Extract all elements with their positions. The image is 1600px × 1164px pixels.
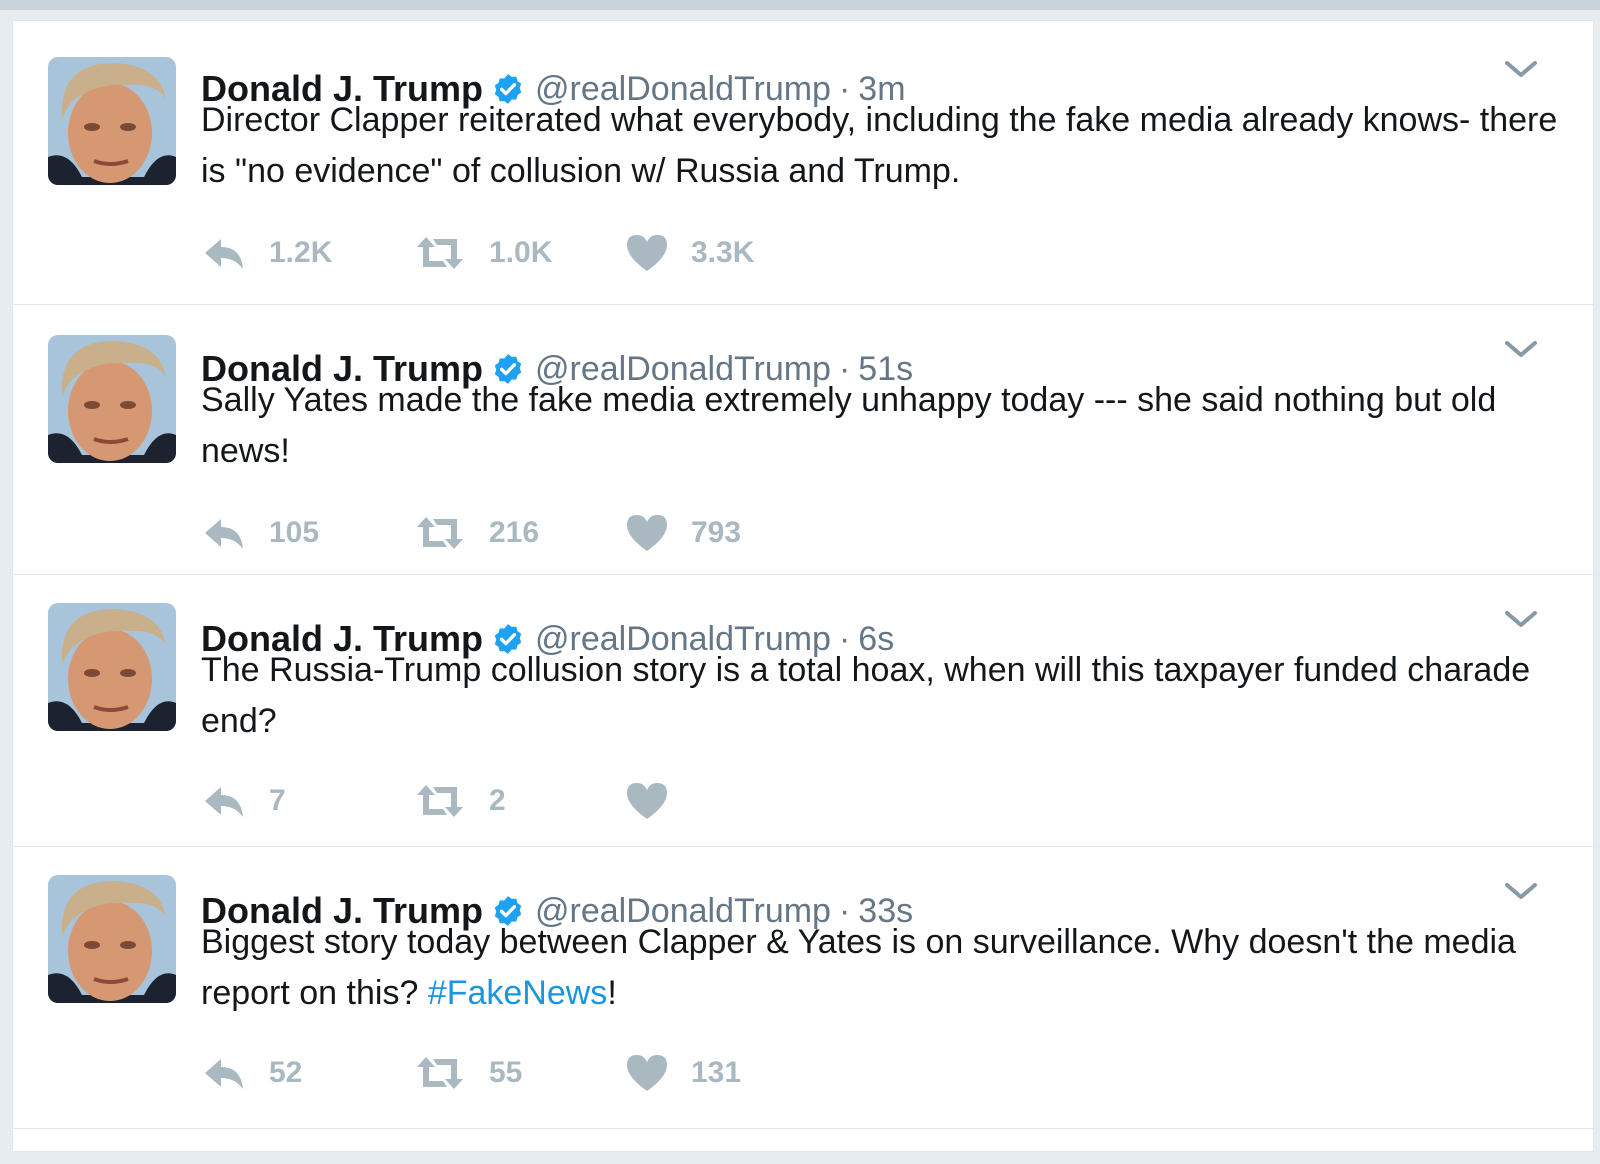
tweet-text-body: Sally Yates made the fake media extremel… xyxy=(201,381,1497,470)
like-button[interactable]: 3.3K xyxy=(625,231,754,275)
reply-count: 105 xyxy=(269,516,320,549)
chevron-down-icon[interactable] xyxy=(1499,55,1543,85)
tweet-item[interactable]: Donald J. Trump @realDonaldTrump · 6s Th… xyxy=(13,575,1593,847)
retweet-count: 216 xyxy=(489,516,540,549)
tweet-item[interactable]: Donald J. Trump @realDonaldTrump · 51s S… xyxy=(13,305,1593,575)
retweet-icon xyxy=(413,1053,467,1093)
reply-icon xyxy=(201,233,247,273)
heart-icon xyxy=(625,781,669,821)
like-button[interactable] xyxy=(625,779,691,823)
tweet-text-body: The Russia-Trump collusion story is a to… xyxy=(201,651,1531,740)
tweet-text: The Russia-Trump collusion story is a to… xyxy=(201,645,1561,747)
like-button[interactable]: 793 xyxy=(625,511,741,555)
retweet-icon xyxy=(413,513,467,553)
retweet-icon xyxy=(413,233,467,273)
hashtag-link[interactable]: #FakeNews xyxy=(428,974,608,1012)
avatar[interactable] xyxy=(48,335,176,463)
reply-button[interactable]: 1.2K xyxy=(201,231,332,275)
reply-icon xyxy=(201,781,247,821)
reply-button[interactable]: 52 xyxy=(201,1051,302,1095)
chevron-down-icon[interactable] xyxy=(1499,335,1543,365)
reply-count: 7 xyxy=(269,784,286,817)
avatar[interactable] xyxy=(48,875,176,1003)
heart-icon xyxy=(625,1053,669,1093)
tweet-stream: Donald J. Trump @realDonaldTrump · 3m Di… xyxy=(12,20,1594,1152)
tweet-text-tail: ! xyxy=(607,974,617,1012)
retweet-button[interactable]: 1.0K xyxy=(413,231,552,275)
heart-icon xyxy=(625,513,669,553)
retweet-count: 55 xyxy=(489,1056,523,1089)
retweet-button[interactable]: 2 xyxy=(413,779,506,823)
avatar[interactable] xyxy=(48,603,176,731)
tweet-item[interactable]: Donald J. Trump @realDonaldTrump · 3m Di… xyxy=(13,21,1593,305)
chevron-down-icon[interactable] xyxy=(1499,877,1543,907)
reply-icon xyxy=(201,1053,247,1093)
retweet-count: 1.0K xyxy=(489,236,553,269)
tweet-text: Director Clapper reiterated what everybo… xyxy=(201,95,1561,197)
retweet-count: 2 xyxy=(489,784,506,817)
reply-icon xyxy=(201,513,247,553)
like-count: 131 xyxy=(691,1056,742,1089)
top-bar xyxy=(0,0,1600,10)
reply-count: 1.2K xyxy=(269,236,333,269)
like-count: 793 xyxy=(691,516,742,549)
reply-button[interactable]: 105 xyxy=(201,511,319,555)
reply-count: 52 xyxy=(269,1056,303,1089)
tweet-text-body: Biggest story today between Clapper & Ya… xyxy=(201,923,1516,1012)
avatar[interactable] xyxy=(48,57,176,185)
tweet-text-body: Director Clapper reiterated what everybo… xyxy=(201,101,1558,190)
like-count: 3.3K xyxy=(691,236,755,269)
retweet-button[interactable]: 216 xyxy=(413,511,539,555)
chevron-down-icon[interactable] xyxy=(1499,605,1543,635)
retweet-button[interactable]: 55 xyxy=(413,1051,522,1095)
reply-button[interactable]: 7 xyxy=(201,779,286,823)
heart-icon xyxy=(625,233,669,273)
like-button[interactable]: 131 xyxy=(625,1051,741,1095)
tweet-text: Biggest story today between Clapper & Ya… xyxy=(201,917,1561,1019)
tweet-item[interactable]: Donald J. Trump @realDonaldTrump · 33s B… xyxy=(13,847,1593,1129)
tweet-text: Sally Yates made the fake media extremel… xyxy=(201,375,1561,477)
retweet-icon xyxy=(413,781,467,821)
